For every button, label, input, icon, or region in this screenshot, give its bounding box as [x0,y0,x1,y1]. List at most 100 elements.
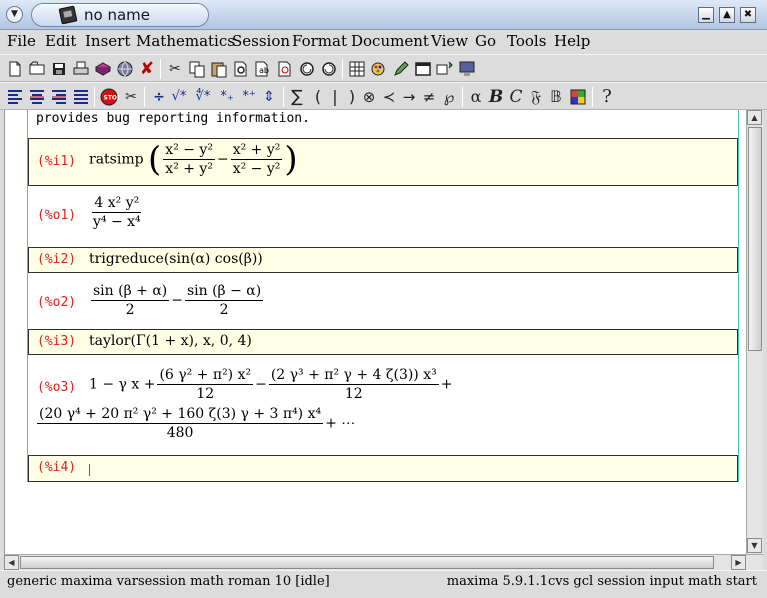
blackboard-icon[interactable]: 𝔹 [546,87,566,107]
horizontal-scroll-thumb[interactable] [20,556,714,569]
replace-icon[interactable]: ab [253,59,273,79]
scroll-left-icon[interactable]: ◀ [4,555,19,570]
menu-insert[interactable]: Insert [85,32,130,50]
window-title: no name [84,6,150,24]
open-icon[interactable] [27,59,47,79]
input-field-i3[interactable]: (%i3) taylor(Γ(1 + x), x, 0, 4) [28,329,738,355]
copy-icon[interactable] [187,59,207,79]
prec-icon[interactable]: ≺ [379,87,399,107]
paste-icon[interactable] [209,59,229,79]
toolbar-separator [144,87,145,107]
menu-file[interactable]: File [7,32,36,50]
search-icon[interactable] [231,59,251,79]
monitor-icon[interactable] [457,59,477,79]
align-justify-icon[interactable] [71,87,91,107]
vertical-scrollbar[interactable]: ▲ ▼ [746,110,763,554]
toolbar-separator [94,87,95,107]
scroll-right-icon[interactable]: ▶ [731,555,746,570]
menu-edit[interactable]: Edit [45,32,76,50]
menu-document[interactable]: Document [351,32,429,50]
menu-tools[interactable]: Tools [507,32,546,50]
big-operator-icon[interactable]: ∑ [287,87,307,107]
document-canvas[interactable]: provides bug reporting information. (%i1… [4,110,746,554]
help-icon[interactable]: ? [597,87,617,107]
toolbar-separator [462,87,463,107]
undo-icon[interactable] [297,59,317,79]
session-icon[interactable] [435,59,455,79]
stop-icon[interactable]: STOP [99,87,122,107]
menu-view[interactable]: View [431,32,468,50]
bold-icon[interactable]: B [486,87,506,107]
globe-icon[interactable] [115,59,135,79]
toolbar-separator [342,59,343,79]
calligraphic-icon[interactable]: C [506,87,526,107]
title-bar: ▼ no name ▁ ▲ ✖ [0,0,767,30]
window-icon[interactable] [413,59,433,79]
horizontal-scrollbar[interactable]: ◀ ▶ [4,554,763,570]
fraction-denominator: 12 [344,386,363,402]
scissors-icon[interactable]: ✂ [121,87,141,107]
redo-icon[interactable] [319,59,339,79]
align-center-icon[interactable] [27,87,47,107]
fraction-denominator: y⁴ − x⁴ [93,214,141,230]
new-document-icon[interactable] [5,59,25,79]
intro-text: provides bug reporting information. [36,111,310,126]
menu-mathematics[interactable]: Mathematics [136,32,235,50]
input-field-i4[interactable]: (%i4) [28,455,738,482]
fraction-numerator: x² + y² [230,142,283,160]
align-right-icon[interactable] [49,87,69,107]
svg-text:STOP: STOP [104,95,120,102]
fraction-denominator: 2 [125,302,135,318]
window-menu-button[interactable]: ▼ [6,6,23,23]
fraktur-icon[interactable]: 𝔉 [526,87,546,107]
menu-format[interactable]: Format [292,32,347,50]
toolbar-separator [592,87,593,107]
cut-icon[interactable]: ✂ [165,59,185,79]
wp-icon[interactable]: ℘ [439,87,459,107]
menu-help[interactable]: Help [554,32,590,50]
book-icon[interactable] [93,59,113,79]
sqrt-icon[interactable]: √* [169,87,189,107]
scroll-down-icon[interactable]: ▼ [747,538,762,553]
input-field-i2[interactable]: (%i2) trigreduce(sin(α) cos(β)) [28,247,738,273]
alpha-icon[interactable]: α [466,87,486,107]
output-label-o3: (%o3) [37,380,77,395]
subscript-icon[interactable]: *₊ [217,87,237,107]
menu-go[interactable]: Go [475,32,496,50]
above-below-icon[interactable]: ⇕ [259,87,279,107]
minimize-icon[interactable]: ▁ [698,7,714,23]
save-icon[interactable] [49,59,69,79]
otimes-icon[interactable]: ⊗ [359,87,379,107]
neq-icon[interactable]: ≠ [419,87,439,107]
operator: + [440,376,453,393]
math-expression-i2: trigreduce(sin(α) cos(β)) [89,251,263,267]
series-tail: + ⋯ [325,415,356,432]
pencil-icon[interactable] [391,59,411,79]
fraction-numerator: sin (β + α) [91,283,170,301]
maximize-icon[interactable]: ▲ [719,7,735,23]
superscript-icon[interactable]: *⁺ [239,87,259,107]
table-icon[interactable] [347,59,367,79]
paint-icon[interactable] [369,59,389,79]
operator: − [216,151,229,168]
output-label-o2: (%o2) [37,295,77,310]
scroll-up-icon[interactable]: ▲ [747,110,762,125]
nth-root-icon[interactable]: ∜* [193,87,213,107]
align-left-icon[interactable] [5,87,25,107]
close-document-icon[interactable]: ✘ [137,59,157,79]
fraction-denominator: 2 [219,302,229,318]
vertical-scroll-thumb[interactable] [748,127,762,351]
arrow-icon[interactable]: → [399,87,419,107]
spell-icon[interactable] [275,59,295,79]
output-o2: sin (β + α) 2− sin (β − α) 2 [89,282,265,319]
divide-icon[interactable]: ÷ [149,87,169,107]
prompt-label-i4: (%i4) [37,460,77,475]
print-icon[interactable] [71,59,91,79]
math-expression-i1: ratsimp (x² − y² x² + y² − x² + y² x² − y²) [89,139,298,180]
close-icon[interactable]: ✖ [740,7,756,23]
toolbar-separator [283,87,284,107]
color-palette-icon[interactable] [568,87,588,107]
series-term: 1 − γ x + [89,376,156,393]
menu-session[interactable]: Session [232,32,290,50]
input-field-i1[interactable]: (%i1) ratsimp (x² − y² x² + y² − x² + y² x² … [28,138,738,186]
